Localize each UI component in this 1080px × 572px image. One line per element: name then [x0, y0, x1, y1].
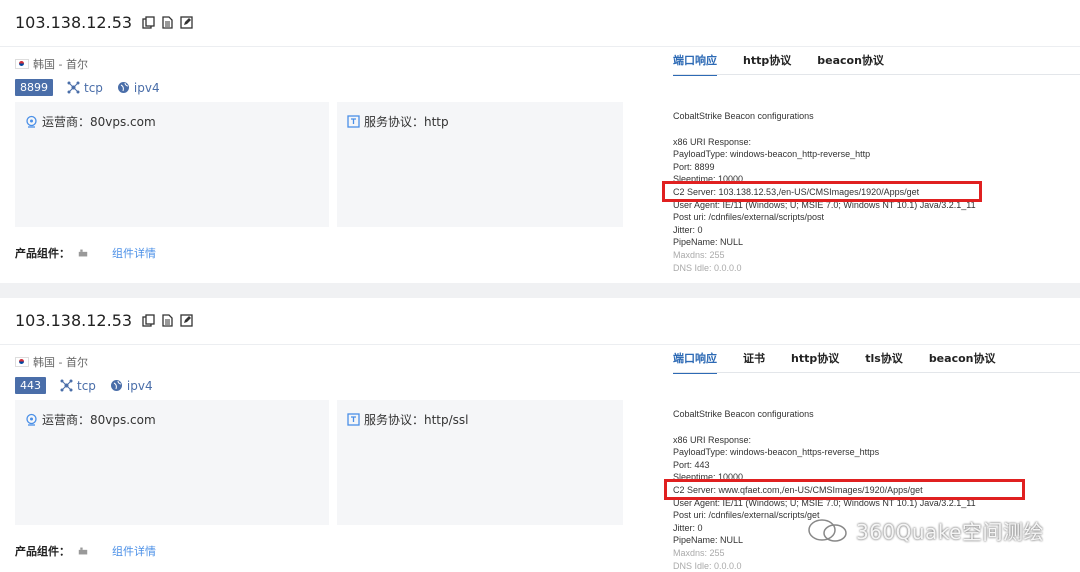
tab-beacon[interactable]: beacon协议 — [817, 52, 884, 74]
tab-certificate[interactable]: 证书 — [743, 350, 765, 372]
service-icon — [347, 115, 360, 128]
response-line: PipeName: NULL — [673, 237, 744, 248]
product-details-link[interactable]: 组件详情 — [112, 245, 156, 261]
response-line: DNS Idle: 0.0.0.0 — [673, 262, 742, 273]
product-label: 产品组件： — [15, 545, 70, 558]
ip-header: 103.138.12.53 — [15, 308, 193, 332]
service-icon — [347, 413, 360, 426]
card-separator — [0, 283, 1080, 298]
tab-bar: 端口响应 证书 http协议 tls协议 beacon协议 — [673, 350, 1021, 374]
ip-version-tag[interactable]: ipv4 — [117, 81, 160, 95]
transport-tag[interactable]: tcp — [60, 379, 96, 393]
service-text: 服务协议：http — [364, 115, 449, 129]
operator-text: 运营商：80vps.com — [42, 115, 156, 129]
product-row: 产品组件： 组件详情 — [15, 543, 156, 559]
wechat-logo-icon — [808, 518, 847, 542]
network-icon — [67, 81, 80, 94]
korea-flag-icon — [15, 59, 29, 69]
response-line: x86 URI Response: — [673, 136, 752, 147]
service-info: 服务协议：http/ssl — [347, 411, 469, 428]
response-line: DNS Idle: 0.0.0.0 — [673, 560, 742, 571]
ip-address[interactable]: 103.138.12.53 — [15, 13, 132, 32]
copy-icon[interactable] — [142, 313, 155, 327]
operator-icon — [26, 413, 37, 426]
ip-version-tag[interactable]: ipv4 — [110, 379, 153, 393]
ip-version-text: ipv4 — [133, 80, 160, 95]
network-icon — [60, 379, 73, 392]
c2-highlight-box — [662, 181, 982, 202]
ip-address[interactable]: 103.138.12.53 — [15, 311, 132, 330]
transport-tag[interactable]: tcp — [67, 81, 103, 95]
response-line: Post uri: /cdnfiles/external/scripts/pos… — [673, 212, 825, 223]
response-title: CobaltStrike Beacon configurations — [673, 409, 814, 419]
product-details-link[interactable]: 组件详情 — [112, 543, 156, 559]
watermark-text: 360Quake空间测绘 — [855, 520, 1044, 544]
port-badge[interactable]: 443 — [15, 377, 46, 394]
product-label: 产品组件： — [15, 247, 70, 260]
tab-http[interactable]: http协议 — [791, 350, 839, 372]
transport-text: tcp — [77, 378, 96, 393]
tab-bar: 端口响应 http协议 beacon协议 — [673, 52, 910, 76]
product-row: 产品组件： 组件详情 — [15, 245, 156, 261]
edit-icon[interactable] — [180, 313, 193, 327]
tab-http[interactable]: http协议 — [743, 52, 791, 74]
operator-icon — [26, 115, 37, 128]
tab-tls[interactable]: tls协议 — [865, 350, 903, 372]
tag-row: 8899 tcp ipv4 — [15, 79, 160, 96]
operator-info: 运营商：80vps.com — [25, 411, 156, 428]
ip-header: 103.138.12.53 — [15, 10, 193, 34]
operator-info: 运营商：80vps.com — [25, 113, 156, 130]
divider — [0, 344, 1080, 345]
document-icon[interactable] — [161, 15, 174, 29]
response-title: CobaltStrike Beacon configurations — [673, 111, 814, 121]
response-line: x86 URI Response: — [673, 434, 752, 445]
response-line: PayloadType: windows-beacon_http-reverse… — [673, 149, 871, 160]
korea-flag-icon — [15, 357, 29, 367]
location: 韩国 - 首尔 — [15, 56, 88, 72]
response-line: Maxdns: 255 — [673, 547, 725, 558]
service-text: 服务协议：http/ssl — [364, 413, 469, 427]
edit-icon[interactable] — [180, 15, 193, 29]
tab-underline — [673, 74, 1080, 75]
tab-port-response[interactable]: 端口响应 — [673, 350, 717, 374]
port-badge[interactable]: 8899 — [15, 79, 53, 96]
tab-underline — [673, 372, 1080, 373]
component-icon — [78, 547, 88, 555]
operator-panel: 运营商：80vps.com — [15, 400, 329, 525]
service-panel: 服务协议：http/ssl — [337, 400, 623, 525]
divider — [0, 46, 1080, 47]
response-line: PayloadType: windows-beacon_https-revers… — [673, 447, 880, 458]
operator-text: 运营商：80vps.com — [42, 413, 156, 427]
location-text: 韩国 - 首尔 — [33, 356, 88, 369]
location: 韩国 - 首尔 — [15, 354, 88, 370]
service-panel: 服务协议：http — [337, 102, 623, 227]
response-line: Port: 8899 — [673, 161, 715, 172]
tab-beacon[interactable]: beacon协议 — [929, 350, 996, 372]
response-line: Port: 443 — [673, 459, 710, 470]
document-icon[interactable] — [161, 313, 174, 327]
tab-port-response[interactable]: 端口响应 — [673, 52, 717, 76]
transport-text: tcp — [84, 80, 103, 95]
response-line: Maxdns: 255 — [673, 249, 725, 260]
response-line: Jitter: 0 — [673, 224, 703, 235]
watermark: 360Quake空间测绘 — [806, 516, 1044, 545]
copy-icon[interactable] — [142, 15, 155, 29]
globe-icon — [110, 380, 122, 391]
c2-highlight-box — [664, 479, 1025, 500]
operator-panel: 运营商：80vps.com — [15, 102, 329, 227]
ip-version-text: ipv4 — [126, 378, 153, 393]
tag-row: 443 tcp ipv4 — [15, 377, 153, 394]
result-card-1: 103.138.12.53 韩国 - 首尔 8899 tcp ipv4 运营商：… — [0, 0, 1080, 283]
globe-icon — [117, 82, 129, 93]
component-icon — [78, 249, 88, 257]
service-info: 服务协议：http — [347, 113, 449, 130]
location-text: 韩国 - 首尔 — [33, 58, 88, 71]
